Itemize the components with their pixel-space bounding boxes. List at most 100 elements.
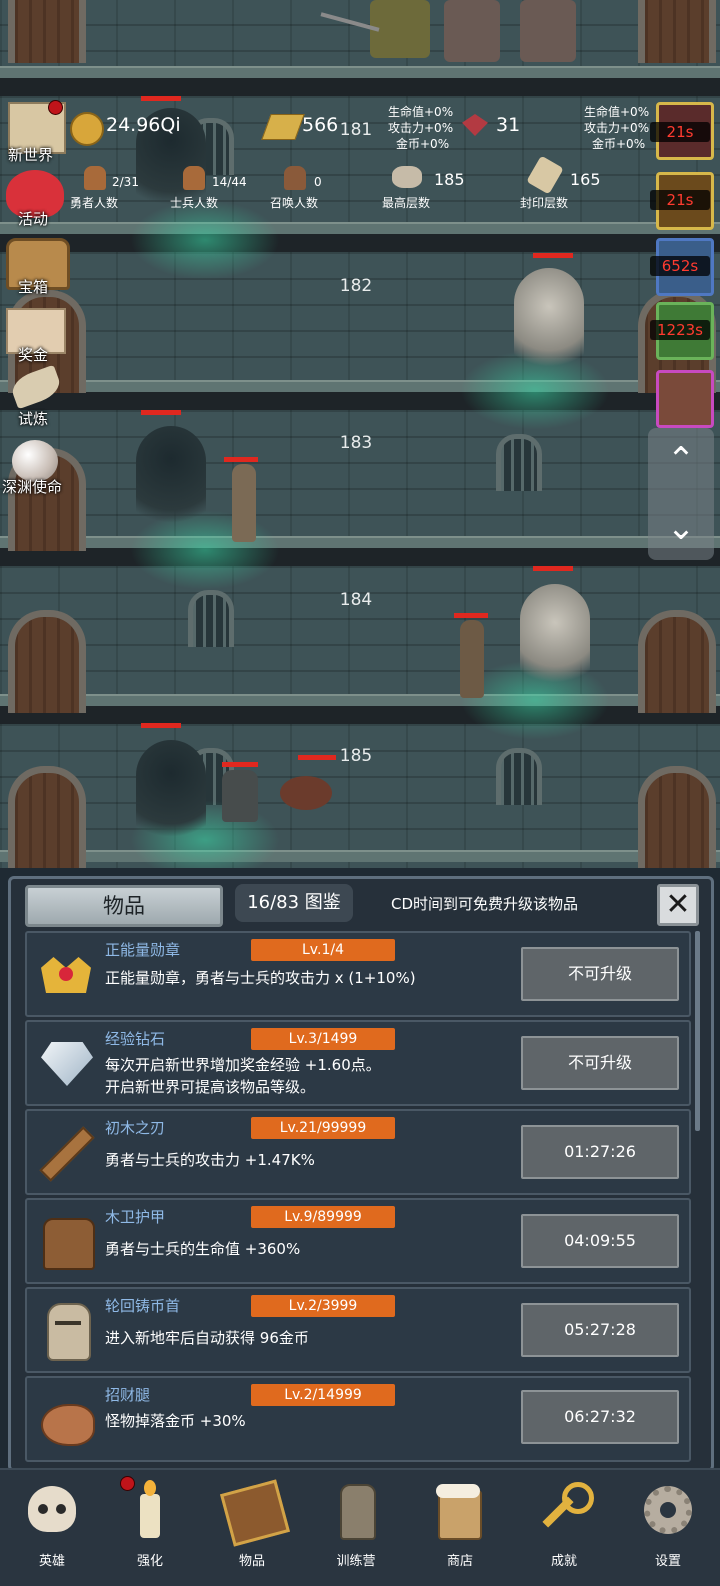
upgrade-timer-button[interactable]: 05:27:28 <box>521 1303 679 1357</box>
hero-head-icon <box>84 166 106 190</box>
nav-training-camp[interactable]: 训练营 <box>304 1470 408 1586</box>
notification-dot <box>120 1476 135 1491</box>
item-level-badge: Lv.1/4 <box>251 939 395 961</box>
scroll-down-button[interactable]: ⌄ <box>648 506 714 550</box>
enemy-hp-bar <box>141 410 181 415</box>
bonus-atk-right: 攻击力+0% <box>584 121 650 135</box>
item-level-badge: Lv.9/89999 <box>251 1206 395 1228</box>
floor-ledge <box>0 222 720 234</box>
bonus-atk-left: 攻击力+0% <box>388 121 454 135</box>
item-level-badge: Lv.2/14999 <box>251 1384 395 1406</box>
abyss-mission-label: 深渊使命 <box>2 478 63 496</box>
dungeon-window <box>188 590 234 647</box>
boost-timer: 21s <box>650 190 710 210</box>
floor-number: 183 <box>339 433 373 453</box>
item-name: 正能量勋章 <box>105 941 181 959</box>
activity-label: 活动 <box>18 210 49 228</box>
nav-label: 强化 <box>136 1554 163 1569</box>
knight-helmet-icon <box>37 1303 95 1361</box>
close-icon: ✕ <box>665 887 691 922</box>
floor-ledge <box>0 66 720 78</box>
feather-icon <box>8 364 64 410</box>
floor-ledge <box>0 850 720 862</box>
enemy-hp-bar <box>141 723 181 728</box>
floor-number: 182 <box>339 276 373 296</box>
floor-ledge <box>0 380 720 392</box>
item-desc-2: 开启新世界可提高该物品等级。 <box>105 1078 316 1096</box>
item-name: 招财腿 <box>105 1386 151 1404</box>
nav-hero[interactable]: 英雄 <box>0 1470 104 1586</box>
summon-count-label: 召唤人数 <box>270 196 319 210</box>
nav-settings[interactable]: 设置 <box>616 1470 720 1586</box>
item-name: 初木之刃 <box>105 1119 166 1137</box>
trial-button[interactable]: 试炼 <box>2 364 68 428</box>
new-world-label: 新世界 <box>8 146 54 164</box>
item-desc: 每次开启新世界增加奖金经验 +1.60点。 <box>105 1056 381 1074</box>
item-row-wooden-armor: 木卫护甲 Lv.9/89999 勇者与士兵的生命值 +360% 04:09:55 <box>25 1198 691 1284</box>
dungeon-door <box>638 766 716 868</box>
nav-items[interactable]: 物品 <box>200 1470 304 1586</box>
book-icon <box>220 1479 290 1547</box>
list-scrollbar[interactable] <box>695 931 700 1131</box>
nav-enhance[interactable]: 强化 <box>98 1470 202 1586</box>
item-row-diamond: 经验钻石 Lv.3/1499 每次开启新世界增加奖金经验 +1.60点。 开启新… <box>25 1020 691 1106</box>
dungeon-door <box>8 766 86 868</box>
dungeon-door <box>8 610 86 713</box>
gold-coin-icon <box>70 112 104 146</box>
hero-count-label: 勇者人数 <box>70 196 119 210</box>
nav-label: 英雄 <box>38 1554 65 1569</box>
chest-button[interactable]: 宝箱 <box>2 234 70 296</box>
close-button[interactable]: ✕ <box>657 884 699 926</box>
nav-label: 物品 <box>238 1554 265 1569</box>
sealed-floor-label: 封印层数 <box>520 196 569 210</box>
key-icon <box>534 1480 594 1540</box>
max-floor: 185 <box>434 170 465 189</box>
crown-medal-icon <box>37 947 95 999</box>
soldier-head-icon <box>183 166 205 190</box>
item-row-wooden-blade: 初木之刃 Lv.21/99999 勇者与士兵的攻击力 +1.47K% 01:27… <box>25 1109 691 1195</box>
bonus-button[interactable]: 奖金 <box>2 304 68 364</box>
bat-enemy <box>280 776 332 810</box>
floor-ceiling <box>0 234 720 252</box>
bonus-coin-right: 金币+0% <box>592 137 646 151</box>
tab-items[interactable]: 物品 <box>25 885 223 927</box>
item-level-badge: Lv.3/1499 <box>251 1028 395 1050</box>
bonus-label: 奖金 <box>18 346 49 364</box>
nav-shop[interactable]: 商店 <box>408 1470 512 1586</box>
nav-achievement[interactable]: 成就 <box>512 1470 616 1586</box>
nav-label: 成就 <box>550 1554 577 1569</box>
upgrade-timer-button[interactable]: 06:27:32 <box>521 1390 679 1444</box>
item-row-medal: 正能量勋章 Lv.1/4 正能量勋章，勇者与士兵的攻击力 x (1+10%) 不… <box>25 931 691 1017</box>
hero-hp-bar <box>224 457 258 462</box>
abyss-mission-button[interactable]: 深渊使命 <box>2 436 68 496</box>
upgrade-button[interactable]: 不可升级 <box>521 1036 679 1090</box>
cd-hint: CD时间到可免费升级该物品 <box>391 895 579 913</box>
mummy-hero-sprite <box>232 464 256 542</box>
skull-icon <box>22 1480 82 1540</box>
item-desc: 进入新地牢后自动获得 96金币 <box>105 1329 309 1347</box>
sealed-floor: 165 <box>570 170 601 189</box>
scroll-up-button[interactable]: ⌃ <box>648 438 714 482</box>
soldier-count-label: 士兵人数 <box>170 196 219 210</box>
activity-button[interactable]: 活动 <box>2 168 68 228</box>
enemy-hp-bar <box>141 96 181 101</box>
floor-ceiling <box>0 392 720 410</box>
summon-head-icon <box>284 166 306 190</box>
new-world-button[interactable]: 新世界 <box>2 100 68 164</box>
collection-count[interactable]: 16/83 图鉴 <box>235 884 353 922</box>
boost-badge-5[interactable] <box>656 370 714 428</box>
diamond-icon <box>37 1036 95 1088</box>
floor-ledge <box>0 694 720 706</box>
floor-number: 184 <box>339 590 373 610</box>
gem-amount: 31 <box>496 114 521 136</box>
nav-label: 设置 <box>654 1554 681 1569</box>
hooded-hero-sprite <box>222 770 258 822</box>
boost-timer: 21s <box>650 122 710 142</box>
upgrade-timer-button[interactable]: 04:09:55 <box>521 1214 679 1268</box>
dungeon-window <box>496 748 542 805</box>
upgrade-timer-button[interactable]: 01:27:26 <box>521 1125 679 1179</box>
armored-soldier-sprite <box>520 0 576 62</box>
upgrade-button[interactable]: 不可升级 <box>521 947 679 1001</box>
gear-icon <box>638 1480 698 1540</box>
lantern-icon <box>326 1480 386 1540</box>
